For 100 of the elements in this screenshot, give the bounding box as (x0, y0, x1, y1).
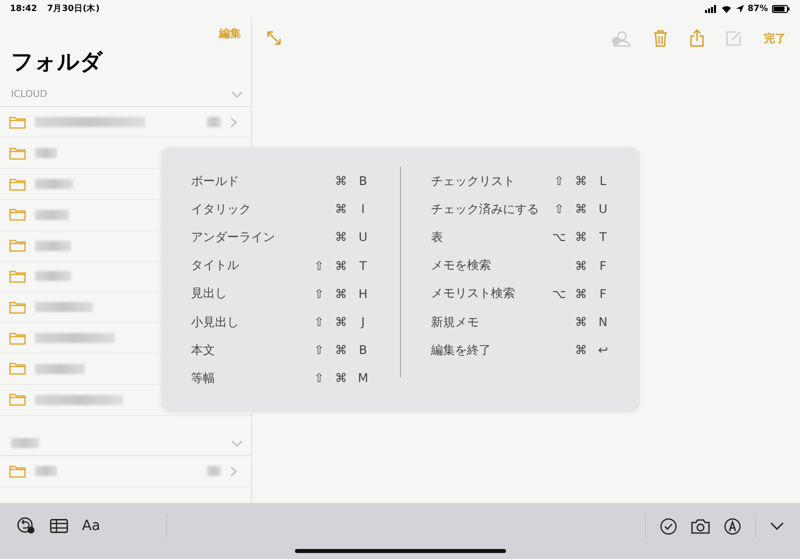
done-button[interactable]: 完了 (764, 30, 786, 46)
blurred-count (207, 117, 221, 128)
key-symbol: T (358, 258, 368, 273)
blurred-folder-name (35, 240, 71, 251)
key-symbol: ⇧ (312, 343, 326, 358)
blurred-count (207, 466, 221, 476)
key-symbol: H (357, 286, 369, 301)
wifi-icon (720, 4, 732, 12)
key-symbol: T (598, 230, 608, 244)
key-symbol: ⌥ (552, 286, 566, 301)
key-symbol: F (598, 286, 608, 301)
battery-icon (772, 4, 790, 12)
format-button[interactable]: Aa (82, 518, 100, 534)
battery-percent: 87% (748, 4, 768, 14)
status-time: 18:42 (10, 4, 38, 14)
shortcut-label: チェックリスト (431, 172, 515, 190)
shortcut-label: 見出し (191, 285, 227, 302)
shortcut-label: メモを検索 (431, 257, 491, 274)
key-symbol: ⇧ (312, 315, 326, 330)
table-icon[interactable] (50, 519, 68, 533)
shortcut-label: メモリスト検索 (431, 285, 515, 302)
folder-icon (9, 178, 26, 190)
shortcut-label: 本文 (191, 342, 215, 359)
key-symbol: U (598, 202, 608, 216)
key-symbol: ⌘ (574, 258, 588, 273)
shortcut-label: ボールド (191, 172, 239, 190)
shortcut-label: 新規メモ (431, 314, 479, 331)
key-symbol: B (358, 343, 368, 358)
checklist-icon[interactable] (660, 518, 677, 534)
folder-icon (9, 270, 26, 283)
camera-icon[interactable] (691, 518, 710, 534)
person-add-icon[interactable] (611, 30, 631, 46)
folder-icon (9, 393, 26, 406)
undo-badge-icon[interactable] (16, 517, 36, 535)
folder-icon (9, 239, 26, 252)
key-symbol: ⇧ (312, 286, 326, 301)
key-symbol: ⌘ (574, 286, 588, 301)
key-symbol: ↩ (596, 343, 610, 358)
folder-icon (9, 464, 26, 478)
key-symbol: ⌘ (574, 315, 588, 330)
key-symbol: J (360, 315, 366, 330)
blurred-folder-name (35, 466, 57, 476)
chevron-down-icon[interactable] (770, 522, 784, 530)
folder-icon (9, 146, 26, 160)
blurred-section-header (11, 438, 39, 448)
blurred-folder-name (35, 148, 57, 158)
key-symbol: ⌘ (334, 343, 348, 358)
status-date: 7月30日(木) (47, 2, 100, 14)
chevron-right-icon (230, 466, 237, 477)
folder-icon (9, 116, 26, 129)
key-symbol: ⌘ (574, 202, 588, 216)
key-symbol: ⇧ (552, 202, 566, 216)
shortcut-label: アンダーライン (191, 228, 275, 246)
blurred-folder-name (35, 271, 71, 282)
key-symbol: ⌘ (334, 174, 348, 188)
folder-icon (9, 332, 26, 345)
key-symbol: I (360, 202, 366, 216)
pen-tip-icon[interactable] (724, 518, 741, 534)
shortcut-label: 小見出し (191, 314, 239, 331)
shortcut-label: タイトル (191, 257, 239, 274)
trash-icon[interactable] (653, 30, 668, 46)
shortcut-label: 等幅 (191, 370, 215, 387)
key-symbol: ⌘ (334, 202, 348, 216)
blurred-folder-name (35, 302, 93, 312)
key-symbol: N (598, 315, 608, 330)
share-icon[interactable] (690, 29, 704, 47)
key-symbol: L (598, 174, 608, 188)
edit-button[interactable]: 編集 (219, 23, 241, 45)
shortcut-label: 編集を終了 (431, 342, 491, 359)
key-symbol: ⌘ (334, 315, 348, 330)
key-symbol: ⌘ (334, 230, 348, 244)
blurred-folder-name (35, 210, 69, 220)
chevron-right-icon (230, 116, 237, 128)
key-symbol: ⌘ (334, 286, 348, 301)
key-symbol: ⌘ (574, 230, 588, 244)
key-symbol: ⌘ (574, 174, 588, 188)
key-symbol: F (598, 258, 608, 273)
key-symbol: U (358, 230, 368, 244)
sidebar-title: フォルダ (10, 48, 104, 77)
blurred-folder-name (35, 179, 73, 189)
key-symbol: ⇧ (312, 371, 326, 386)
shortcut-label: イタリック (191, 200, 251, 218)
folder-icon (9, 208, 26, 222)
key-symbol: ⇧ (312, 258, 326, 273)
folder-icon (9, 362, 26, 376)
section-header: ICLOUD (11, 89, 48, 100)
folder-icon (9, 300, 26, 314)
expand-icon[interactable] (266, 30, 282, 46)
signal-icon (704, 4, 717, 12)
key-symbol: ⌘ (334, 371, 348, 386)
key-symbol: B (358, 174, 368, 188)
key-symbol: ⇧ (552, 174, 566, 188)
location-icon (736, 4, 744, 12)
compose-icon[interactable] (726, 30, 742, 46)
key-symbol: M (356, 371, 370, 386)
key-symbol: ⌘ (574, 343, 588, 358)
key-symbol: ⌘ (334, 258, 348, 273)
blurred-folder-name (35, 364, 85, 374)
key-symbol: ⌥ (552, 230, 566, 244)
shortcut-label: チェック済みにする (431, 200, 539, 218)
